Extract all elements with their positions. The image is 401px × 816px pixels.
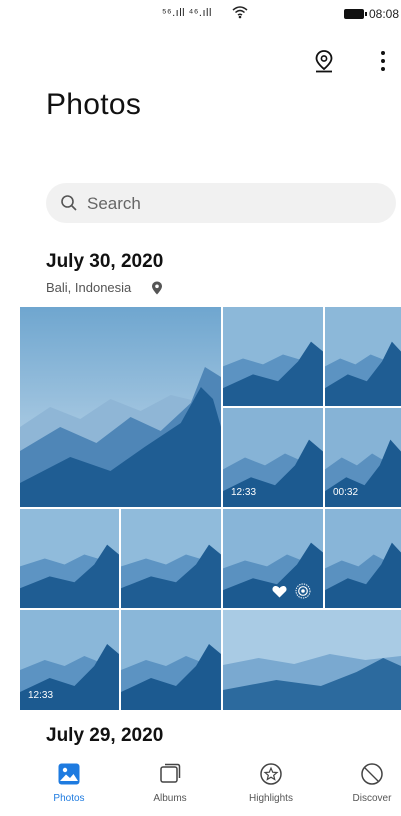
location-button[interactable] xyxy=(310,47,338,75)
video-duration: 12:33 xyxy=(231,487,257,498)
search-bar[interactable]: Search xyxy=(46,183,396,223)
more-options-button[interactable] xyxy=(372,47,394,75)
photo-thumbnail[interactable] xyxy=(20,307,221,507)
photo-thumbnail[interactable] xyxy=(121,509,221,608)
discover-icon xyxy=(361,763,383,785)
clock: 08:08 xyxy=(369,7,400,21)
section-date: July 29, 2020 xyxy=(46,725,164,746)
tab-label: Discover xyxy=(352,793,392,804)
photo-thumbnail[interactable] xyxy=(20,509,119,608)
photos-icon xyxy=(58,763,80,785)
section-location[interactable]: Bali, Indonesia xyxy=(46,280,131,295)
more-vertical-icon xyxy=(381,51,385,55)
tab-label: Highlights xyxy=(249,793,293,804)
search-icon xyxy=(61,195,77,211)
video-duration: 00:32 xyxy=(333,487,359,498)
location-pin-icon xyxy=(315,50,333,73)
signal-indicator: ⁵⁶.ıll ⁴⁶.ıll xyxy=(162,7,212,19)
section-date: July 30, 2020 xyxy=(46,251,164,272)
photo-thumbnail[interactable] xyxy=(325,509,401,608)
tab-label: Photos xyxy=(53,793,85,804)
tab-albums[interactable]: Albums xyxy=(130,755,210,816)
favorite-heart-icon xyxy=(272,585,287,598)
wifi-icon xyxy=(232,6,248,19)
video-thumbnail[interactable]: 12:33 xyxy=(223,408,323,507)
tab-photos[interactable]: Photos xyxy=(29,755,109,816)
location-pin-icon xyxy=(152,281,162,295)
video-thumbnail[interactable]: 12:33 xyxy=(20,610,119,710)
page-title: Photos xyxy=(46,88,142,121)
video-thumbnail[interactable]: 00:32 xyxy=(325,408,401,507)
status-bar: ⁵⁶.ıll ⁴⁶.ıll 08:08 xyxy=(0,0,401,30)
highlights-icon xyxy=(260,763,282,785)
photo-thumbnail[interactable] xyxy=(121,610,221,710)
photo-thumbnail[interactable] xyxy=(325,307,401,406)
tab-label: Albums xyxy=(153,793,187,804)
search-placeholder: Search xyxy=(87,194,141,213)
video-duration: 12:33 xyxy=(28,690,54,701)
photo-thumbnail[interactable] xyxy=(223,307,323,406)
tab-discover[interactable]: Discover xyxy=(332,755,401,816)
photo-thumbnail[interactable] xyxy=(223,509,323,608)
photo-thumbnail[interactable] xyxy=(223,610,401,710)
bottom-tab-bar: Photos Albums Highlights Discover xyxy=(0,755,401,816)
albums-icon xyxy=(160,763,181,783)
live-photo-icon xyxy=(295,583,311,599)
tab-highlights[interactable]: Highlights xyxy=(231,755,311,816)
battery-icon xyxy=(344,9,367,19)
